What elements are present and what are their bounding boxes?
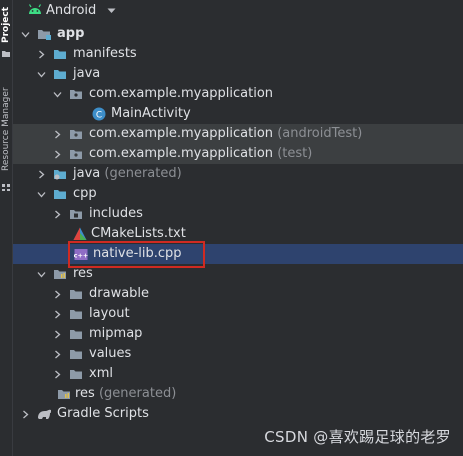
project-panel: Android app manifests java com.example.m… — [13, 0, 463, 456]
tree-row-label: com.example.myapplication (androidTest) — [89, 124, 362, 144]
tree-row-drawable[interactable]: drawable — [13, 284, 463, 304]
module-folder-icon — [38, 30, 51, 40]
tree-row-label: cpp — [73, 186, 97, 201]
expand-arrow-icon[interactable] — [53, 84, 63, 104]
expand-arrow-icon[interactable] — [37, 64, 47, 84]
includes-folder-icon — [70, 210, 82, 219]
tree-row-mipmap[interactable]: mipmap — [13, 324, 463, 344]
collapse-arrow-icon[interactable] — [53, 324, 63, 344]
tree-row-label: MainActivity — [111, 106, 191, 121]
tree-row-native-lib-cpp[interactable]: c++ native-lib.cpp — [13, 244, 463, 264]
collapse-arrow-icon[interactable] — [53, 364, 63, 384]
tree-row-app[interactable]: app — [13, 24, 463, 44]
resource-manager-tool-tab[interactable]: Resource Manager — [0, 80, 12, 178]
collapse-arrow-icon[interactable] — [53, 344, 63, 364]
tree-row-label: Gradle Scripts — [57, 406, 149, 421]
svg-text:C: C — [96, 111, 102, 121]
package-icon — [70, 130, 82, 139]
source-folder-icon — [54, 190, 66, 199]
tree-row-res-generated[interactable]: res (generated) — [13, 384, 463, 404]
tree-row-package-test[interactable]: com.example.myapplication (test) — [13, 144, 463, 164]
folder-icon — [70, 350, 82, 359]
collapse-arrow-icon[interactable] — [53, 124, 63, 144]
generated-folder-icon — [54, 170, 66, 180]
tree-row-java-generated[interactable]: java (generated) — [13, 164, 463, 184]
tree-row-label: com.example.myapplication (test) — [89, 144, 312, 164]
expand-arrow-icon[interactable] — [21, 24, 31, 44]
package-suffix: (test) — [277, 146, 313, 161]
tree-row-label: java (generated) — [73, 164, 182, 184]
tree-row-label: includes — [89, 206, 143, 221]
folder-icon — [70, 370, 82, 379]
gradle-icon — [38, 409, 51, 419]
cpp-file-icon: c++ — [74, 249, 88, 260]
folder-suffix: (generated) — [104, 166, 182, 181]
project-view-selector[interactable]: Android — [46, 2, 96, 20]
tree-row-gradle-scripts[interactable]: Gradle Scripts — [13, 404, 463, 424]
tree-row-label: xml — [89, 366, 113, 381]
resource-folder-icon — [54, 270, 66, 279]
folder-name: res — [75, 386, 95, 401]
folder-suffix: (generated) — [98, 386, 177, 401]
package-name: com.example.myapplication — [89, 146, 274, 161]
tree-row-label: manifests — [73, 46, 137, 61]
folder-icon — [70, 310, 82, 319]
folder-name: java — [73, 166, 101, 181]
tree-row-package-main[interactable]: com.example.myapplication — [13, 84, 463, 104]
tree-row-label: CMakeLists.txt — [91, 226, 186, 241]
tool-window-strip: Project Resource Manager — [0, 0, 13, 456]
tree-row-label: values — [89, 346, 132, 361]
tree-row-label: app — [57, 26, 85, 41]
tree-row-cmakelists[interactable]: CMakeLists.txt — [13, 224, 463, 244]
expand-arrow-icon[interactable] — [37, 184, 47, 204]
resource-manager-icon — [2, 184, 10, 191]
collapse-arrow-icon[interactable] — [53, 284, 63, 304]
package-name: com.example.myapplication — [89, 126, 274, 141]
resource-folder-icon — [58, 390, 70, 399]
collapse-arrow-icon[interactable] — [53, 304, 63, 324]
project-tool-tab[interactable]: Project — [0, 4, 12, 46]
folder-icon — [70, 330, 82, 339]
package-icon — [70, 90, 82, 99]
tree-row-label: res (generated) — [75, 384, 176, 404]
folder-icon — [2, 51, 10, 57]
tree-row-label: java — [73, 66, 101, 81]
folder-icon — [70, 290, 82, 299]
tree-row-label: res — [73, 266, 93, 281]
collapse-arrow-icon[interactable] — [53, 204, 63, 224]
tree-row-label: native-lib.cpp — [93, 246, 182, 261]
cmake-icon — [73, 227, 87, 240]
svg-text:c++: c++ — [74, 252, 88, 260]
tree-row-values[interactable]: values — [13, 344, 463, 364]
package-icon — [70, 150, 82, 159]
tree-row-xml[interactable]: xml — [13, 364, 463, 384]
android-icon — [28, 4, 42, 14]
tree-row-label: com.example.myapplication — [89, 86, 274, 101]
project-view-header: Android — [13, 0, 463, 22]
collapse-arrow-icon[interactable] — [53, 144, 63, 164]
tree-row-includes[interactable]: includes — [13, 204, 463, 224]
tree-row-java[interactable]: java — [13, 64, 463, 84]
tree-row-mainactivity[interactable]: C MainActivity — [13, 104, 463, 124]
tree-row-label: mipmap — [89, 326, 143, 341]
tree-row-package-androidtest[interactable]: com.example.myapplication (androidTest) — [13, 124, 463, 144]
collapse-arrow-icon[interactable] — [21, 404, 31, 424]
collapse-arrow-icon[interactable] — [37, 164, 47, 184]
class-icon: C — [92, 107, 106, 121]
tree-row-label: layout — [89, 306, 130, 321]
tree-row-res[interactable]: res — [13, 264, 463, 284]
chevron-down-icon[interactable] — [107, 8, 116, 14]
collapse-arrow-icon[interactable] — [37, 44, 47, 64]
watermark: CSDN @喜欢踢足球的老罗 — [264, 428, 451, 446]
tree-row-cpp[interactable]: cpp — [13, 184, 463, 204]
tree-row-label: drawable — [89, 286, 150, 301]
expand-arrow-icon[interactable] — [37, 264, 47, 284]
tree-row-manifests[interactable]: manifests — [13, 44, 463, 64]
folder-icon — [54, 50, 66, 59]
package-suffix: (androidTest) — [277, 126, 363, 141]
source-folder-icon — [54, 70, 66, 79]
tree-row-layout[interactable]: layout — [13, 304, 463, 324]
